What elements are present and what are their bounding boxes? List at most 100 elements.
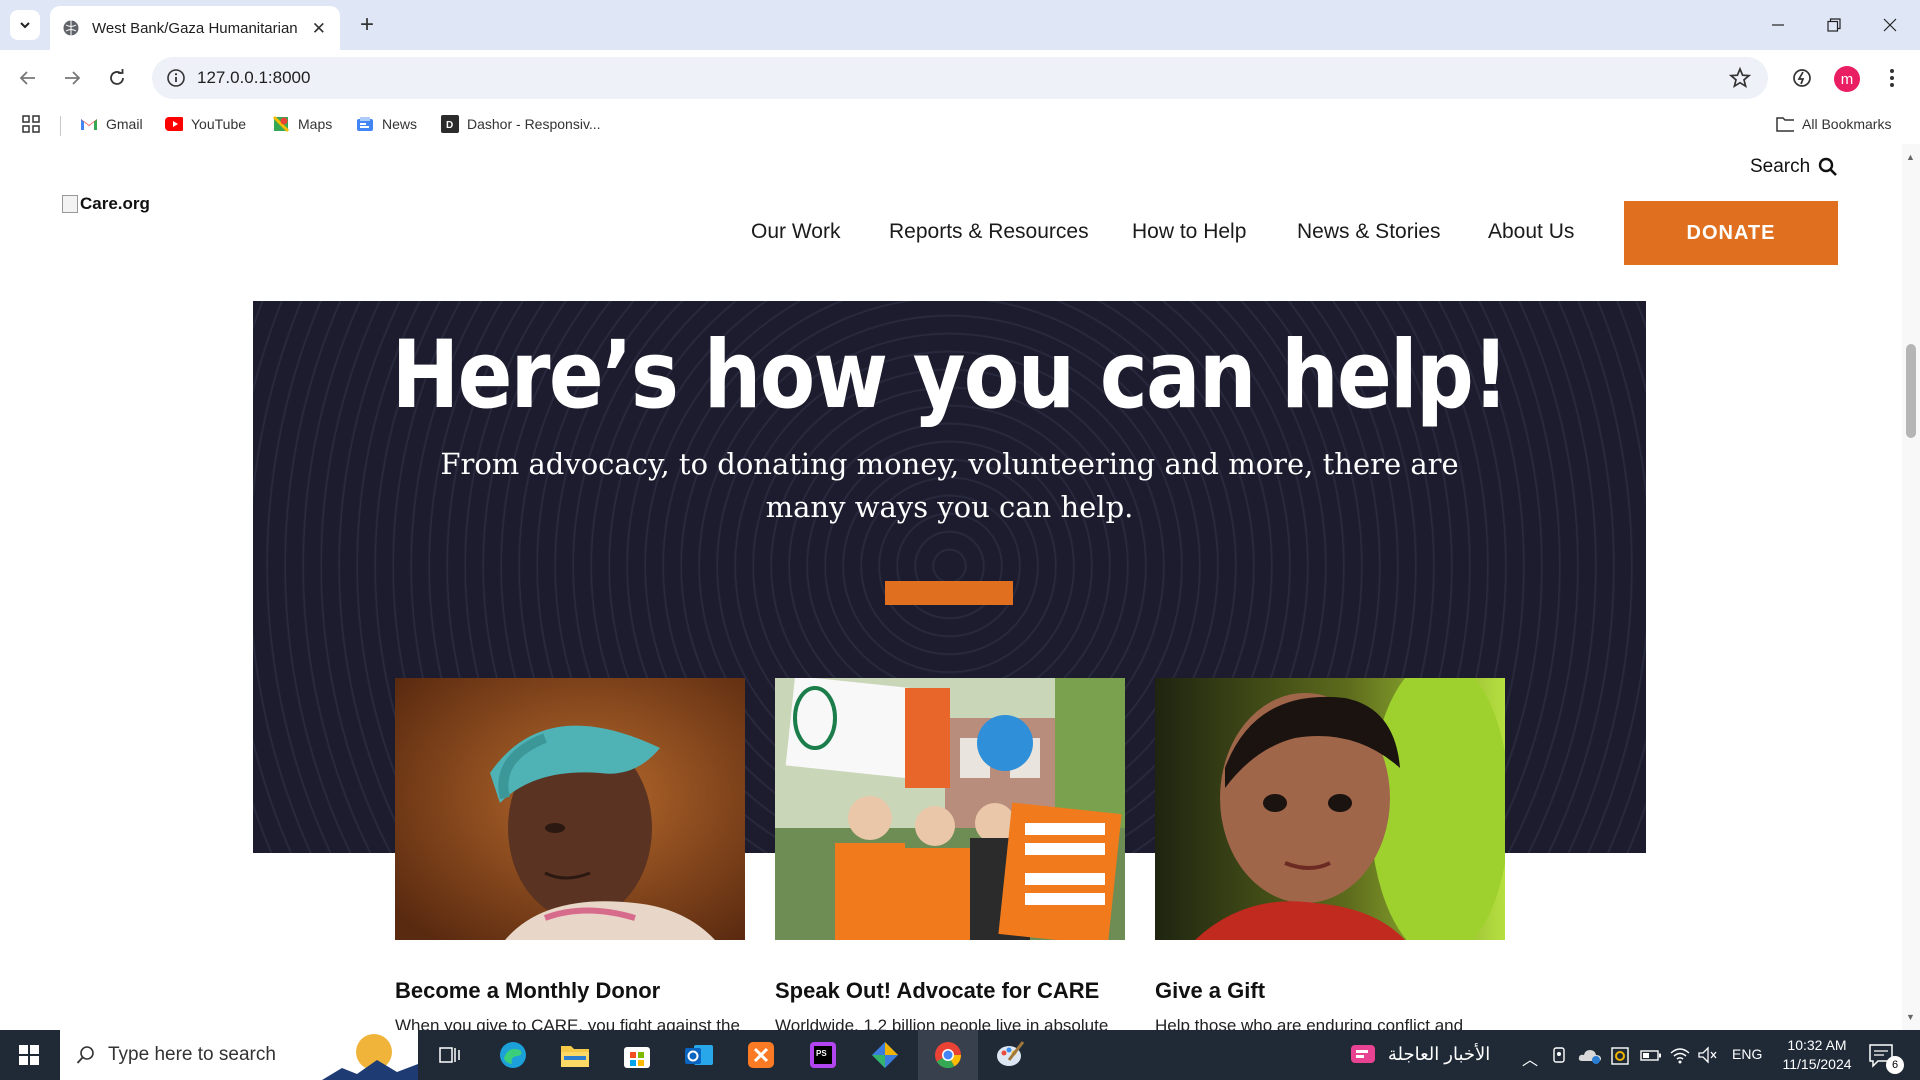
bookmark-label: Gmail	[106, 116, 143, 132]
browser-menu-button[interactable]	[1876, 62, 1908, 94]
smiling-girl-photo[interactable]	[395, 678, 745, 940]
new-tab-button[interactable]: +	[352, 10, 382, 40]
site-info-icon[interactable]	[166, 68, 186, 88]
task-view-icon	[439, 1047, 460, 1063]
restore-button[interactable]	[1806, 8, 1862, 42]
profile-avatar[interactable]: m	[1834, 66, 1860, 92]
tab-search-button[interactable]	[10, 10, 40, 40]
update-icon[interactable]	[1610, 1046, 1630, 1066]
taskbar-phpstorm[interactable]: PS	[803, 1037, 843, 1073]
forward-button[interactable]	[56, 62, 88, 94]
reload-button[interactable]	[101, 62, 133, 94]
site-logo[interactable]: Care.org	[62, 194, 150, 214]
close-icon	[1883, 18, 1897, 32]
nav-news-stories[interactable]: News & Stories	[1297, 220, 1441, 244]
gmail-icon	[80, 115, 98, 133]
git-tool-icon	[872, 1042, 898, 1068]
card-text: Help those who are enduring conflict and	[1155, 1016, 1464, 1030]
card-title[interactable]: Give a Gift	[1155, 978, 1265, 1004]
taskbar-paint[interactable]	[990, 1037, 1030, 1073]
wifi-icon[interactable]	[1670, 1046, 1690, 1064]
bookmark-label: News	[382, 116, 418, 132]
taskbar-outlook[interactable]	[679, 1037, 719, 1073]
back-button[interactable]	[12, 62, 44, 94]
bookmark-label: Dashor - Responsiv...	[467, 116, 601, 132]
search-label: Search	[1750, 156, 1811, 177]
hero-cta-button[interactable]	[885, 581, 1013, 605]
bookmark-label: YouTube	[191, 116, 247, 132]
news-widget-text: الأخبار العاجلة	[1387, 1043, 1491, 1064]
taskbar-store[interactable]	[617, 1037, 657, 1073]
tab-title: West Bank/Gaza Humanitarian C	[92, 19, 302, 37]
minimize-button[interactable]	[1750, 8, 1806, 42]
taskbar-file-explorer[interactable]	[555, 1037, 595, 1073]
scroll-up-arrow-icon[interactable]: ▲	[1906, 152, 1915, 162]
bookmark-label: Maps	[298, 116, 333, 132]
start-button[interactable]	[0, 1030, 58, 1080]
language-indicator[interactable]: ENG	[1732, 1046, 1762, 1062]
taskbar-chrome[interactable]	[928, 1037, 968, 1073]
broken-image-icon	[62, 195, 78, 213]
tray-overflow-chevron-icon[interactable]: ︿	[1522, 1046, 1538, 1070]
system-clock[interactable]: 10:32 AM 11/15/2024	[1772, 1036, 1862, 1074]
meet-now-icon[interactable]	[1552, 1046, 1568, 1064]
card-text: Worldwide, 1.2 billion people live in ab…	[775, 1016, 1109, 1030]
speaker-muted-icon[interactable]	[1697, 1046, 1717, 1064]
notification-count-badge: 6	[1886, 1056, 1904, 1074]
performance-icon	[1793, 69, 1811, 87]
close-tab-icon[interactable]: ✕	[312, 19, 326, 39]
restore-icon	[1827, 18, 1841, 32]
site-search-button[interactable]: Search	[1750, 156, 1838, 178]
clock-date: 11/15/2024	[1782, 1056, 1852, 1072]
clock-time: 10:32 AM	[1787, 1037, 1847, 1053]
search-highlight-moon-icon	[322, 1034, 418, 1080]
nav-our-work[interactable]: Our Work	[751, 220, 840, 244]
all-bookmarks-button[interactable]: All Bookmarks	[1776, 115, 1891, 133]
card-title[interactable]: Become a Monthly Donor	[395, 978, 660, 1004]
bookmark-gmail[interactable]: Gmail	[80, 115, 143, 133]
taskbar-git[interactable]	[865, 1037, 905, 1073]
onedrive-icon[interactable]	[1578, 1046, 1602, 1064]
address-bar[interactable]: 127.0.0.1:8000	[152, 57, 1768, 99]
bookmark-news[interactable]: News	[356, 115, 417, 133]
svg-text:PS: PS	[816, 1049, 827, 1058]
arrow-left-icon	[19, 71, 35, 85]
bookmark-star-icon[interactable]	[1728, 66, 1752, 90]
extensions-button[interactable]	[1786, 62, 1818, 94]
card-give-gift[interactable]: Give a Gift Help those who are enduring …	[1155, 678, 1505, 1030]
card-title[interactable]: Speak Out! Advocate for CARE	[775, 978, 1099, 1004]
svg-text:D: D	[446, 120, 453, 131]
bookmarks-bar: Gmail YouTube Maps News D Dashor - Respo…	[0, 106, 1920, 144]
donate-button[interactable]: DONATE	[1624, 201, 1838, 265]
bookmark-youtube[interactable]: YouTube	[165, 115, 246, 133]
bookmark-dashor[interactable]: D Dashor - Responsiv...	[441, 115, 601, 133]
close-window-button[interactable]	[1862, 8, 1918, 42]
scroll-down-arrow-icon[interactable]: ▼	[1906, 1012, 1915, 1022]
kebab-menu-icon	[1890, 69, 1894, 87]
nav-about-us[interactable]: About Us	[1488, 220, 1574, 244]
url-text[interactable]: 127.0.0.1:8000	[197, 68, 310, 88]
child-portrait-photo[interactable]	[1155, 678, 1505, 940]
hero-subtitle: From advocacy, to donating money, volunt…	[440, 447, 1459, 524]
taskbar-xampp[interactable]	[741, 1037, 781, 1073]
browser-tab-bar: West Bank/Gaza Humanitarian C ✕ +	[0, 0, 1920, 50]
battery-icon[interactable]	[1640, 1046, 1662, 1064]
chevron-down-icon	[20, 22, 30, 29]
nav-reports-resources[interactable]: Reports & Resources	[889, 220, 1089, 244]
chrome-icon	[935, 1042, 962, 1069]
bookmark-maps[interactable]: Maps	[272, 115, 332, 133]
card-monthly-donor[interactable]: Become a Monthly Donor When you give to …	[395, 678, 745, 1030]
browser-tab-active[interactable]: West Bank/Gaza Humanitarian C ✕	[50, 6, 340, 50]
page-scrollbar[interactable]: ▲ ▼	[1902, 144, 1920, 1030]
apps-button[interactable]	[22, 115, 40, 133]
search-icon	[1819, 157, 1838, 176]
task-view-button[interactable]	[430, 1037, 470, 1073]
scrollbar-thumb[interactable]	[1906, 344, 1916, 438]
taskbar-edge[interactable]	[493, 1037, 533, 1073]
news-widget[interactable]: الأخبار العاجلة	[1350, 1042, 1490, 1066]
card-advocate[interactable]: Speak Out! Advocate for CARE Worldwide, …	[775, 678, 1125, 1030]
taskbar-search-box[interactable]: Type here to search	[60, 1030, 418, 1080]
page-viewport: Search Care.org Our Work Reports & Resou…	[0, 144, 1902, 1030]
nav-how-to-help[interactable]: How to Help	[1132, 220, 1246, 244]
climate-protest-photo[interactable]	[775, 678, 1125, 940]
